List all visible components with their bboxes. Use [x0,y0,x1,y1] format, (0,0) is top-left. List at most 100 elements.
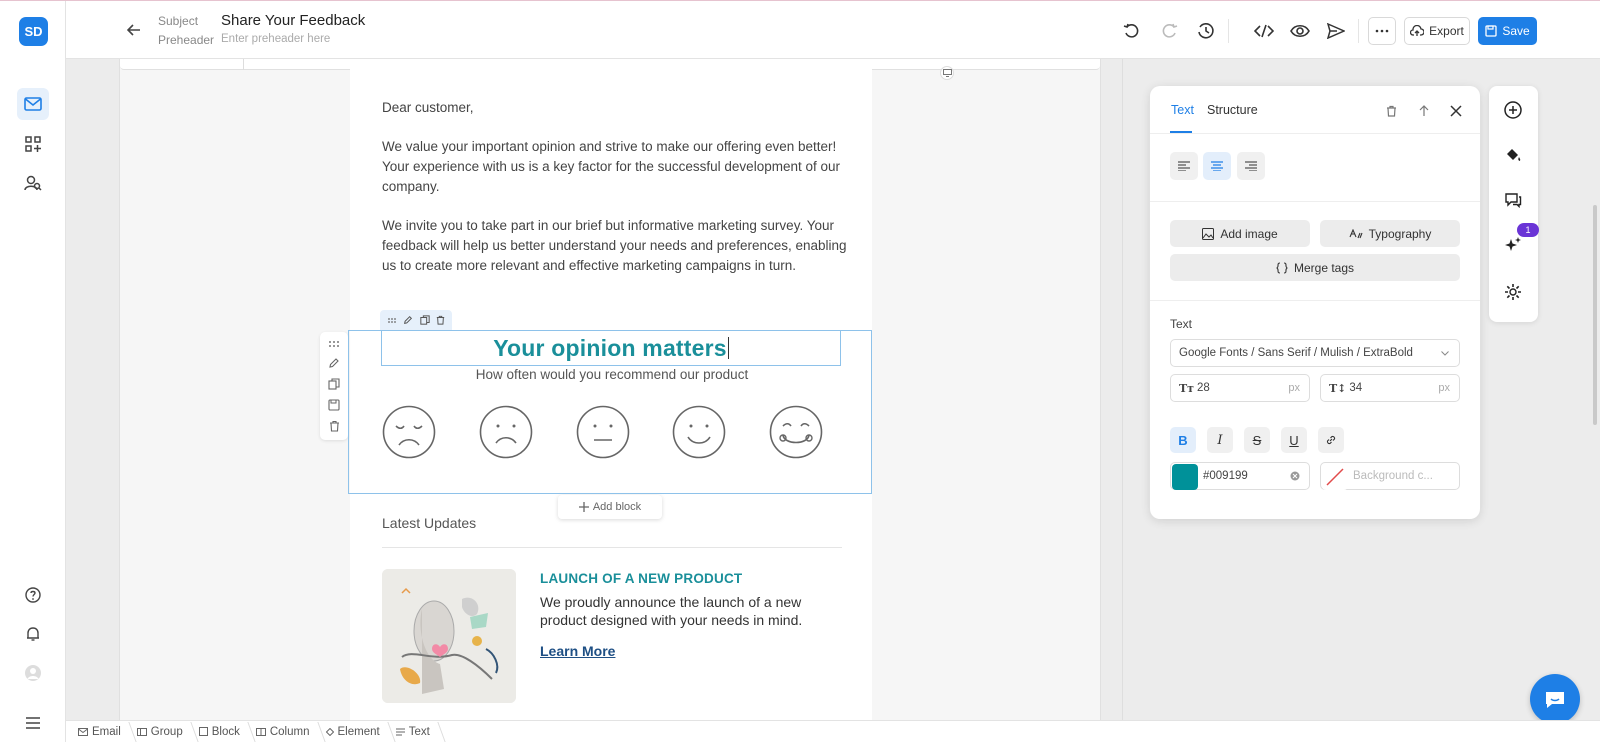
save-module-icon[interactable] [328,399,340,411]
save-label: Save [1502,24,1530,38]
breadcrumb-element[interactable]: Element [325,726,396,738]
breadcrumb-email[interactable]: Email [78,726,137,738]
cloud-upload-icon [1410,25,1425,36]
breadcrumb-text-label: Text [408,725,430,738]
line-height-input[interactable]: T↕ 34 px [1320,374,1460,402]
tab-text[interactable]: Text [1171,103,1194,117]
text-color-swatch[interactable] [1172,464,1198,490]
templates-nav-icon[interactable] [17,128,49,160]
contacts-nav-icon[interactable] [17,167,49,199]
link-button[interactable] [1318,427,1344,453]
breadcrumb-group[interactable]: Group [136,726,199,738]
learn-more-link[interactable]: Learn More [540,643,615,659]
preview-eye-icon[interactable] [1289,20,1311,42]
paint-bucket-icon[interactable] [1502,144,1524,166]
block-side-toolbar [320,332,348,440]
news-text[interactable]: We proudly announce the launch of a new … [540,593,840,629]
code-icon[interactable] [1253,20,1275,42]
copy-icon[interactable] [328,378,340,390]
background-color-input[interactable]: Background c... [1320,462,1460,490]
drag-handle-icon[interactable] [328,340,340,348]
subject-input[interactable]: Share Your Feedback [221,12,365,29]
typography-button[interactable]: Typography [1320,220,1460,247]
text-lines-icon [395,728,405,735]
no-color-swatch-icon[interactable] [1322,464,1348,490]
breadcrumb-text[interactable]: Text [395,725,446,738]
italic-button[interactable]: I [1207,427,1233,453]
breadcrumb-email-label: Email [92,725,121,738]
copy-icon[interactable] [419,315,430,325]
support-chat-button[interactable] [1530,674,1580,724]
add-image-button[interactable]: Add image [1170,220,1310,247]
delete-trash-icon[interactable] [1381,101,1401,121]
desktop-view-icon[interactable] [940,66,954,80]
news-title[interactable]: LAUNCH OF A NEW PRODUCT [540,571,742,586]
select-parent-icon[interactable] [1414,101,1434,121]
redo-icon[interactable] [1158,20,1180,42]
align-right-button[interactable] [1237,152,1265,180]
latest-updates-heading[interactable]: Latest Updates [382,515,476,531]
tab-structure[interactable]: Structure [1207,103,1258,117]
preheader-input[interactable]: Enter preheader here [221,33,330,45]
drag-handle-icon[interactable] [387,317,397,324]
notification-badge: 1 [1517,223,1539,237]
save-button[interactable]: Save [1478,17,1537,45]
columns-icon [255,727,266,736]
font-size-unit: px [1288,382,1300,394]
paragraph-1[interactable]: We value your important opinion and stri… [382,137,852,197]
news-image[interactable] [382,569,516,703]
delete-trash-icon[interactable] [329,420,340,432]
delete-trash-icon[interactable] [436,315,445,325]
breadcrumb-column[interactable]: Column [255,726,326,738]
send-icon[interactable] [1325,20,1347,42]
save-disk-icon [1485,25,1497,37]
user-avatar-icon[interactable] [17,657,49,689]
history-icon[interactable] [1195,20,1217,42]
page-scrollbar[interactable] [1593,205,1597,425]
underline-button[interactable]: U [1281,427,1307,453]
bell-icon[interactable] [17,618,49,650]
paragraph-2[interactable]: We invite you to take part in our brief … [382,216,852,276]
close-icon[interactable] [1446,101,1466,121]
preheader-label: Preheader [158,33,215,47]
breadcrumb-block[interactable]: Block [198,725,256,738]
merge-tags-button[interactable]: Merge tags [1170,254,1460,281]
font-family-select[interactable]: Google Fonts / Sans Serif / Mulish / Ext… [1170,339,1460,367]
email-nav-icon[interactable] [17,88,49,120]
text-color-value: #009199 [1203,470,1248,482]
tools-icon-column: 1 [1489,86,1539,322]
underline-icon: U [1289,432,1299,448]
avatar-logo[interactable]: SD [19,17,48,46]
help-icon[interactable] [17,579,49,611]
typography-icon [1349,228,1363,238]
add-plus-icon[interactable] [1502,99,1524,121]
image-icon [1202,227,1215,240]
line-height-icon: T↕ [1329,381,1347,395]
settings-gear-icon[interactable] [1502,281,1524,303]
add-block-button[interactable]: Add block [558,495,662,519]
ai-sparkle-icon[interactable] [1502,234,1524,256]
greeting-text[interactable]: Dear customer, [382,98,852,118]
edit-pencil-icon[interactable] [328,357,340,369]
align-center-button[interactable] [1203,152,1231,180]
bold-button[interactable]: B [1170,427,1196,453]
more-options-button[interactable] [1368,17,1396,45]
font-size-input[interactable]: Tт 28 px [1170,374,1310,402]
breadcrumb-block-label: Block [211,725,240,738]
menu-icon[interactable] [17,707,49,739]
comments-icon[interactable] [1502,189,1524,211]
clear-color-icon[interactable] [1290,471,1300,481]
font-size-icon: Tт [1179,381,1195,395]
edit-pencil-icon[interactable] [403,315,413,325]
background-color-placeholder: Background c... [1353,470,1433,482]
left-rail: SD [0,1,66,742]
undo-icon[interactable] [1121,20,1143,42]
align-left-button[interactable] [1170,152,1198,180]
chat-bubble-icon [1546,692,1564,708]
export-button[interactable]: Export [1404,17,1470,45]
back-arrow-icon[interactable] [124,20,144,40]
text-color-input[interactable]: #009199 [1170,462,1310,490]
block-icon [198,727,208,736]
strikethrough-button[interactable]: S [1244,427,1270,453]
editor-header: Subject Preheader Share Your Feedback En… [66,1,1600,59]
